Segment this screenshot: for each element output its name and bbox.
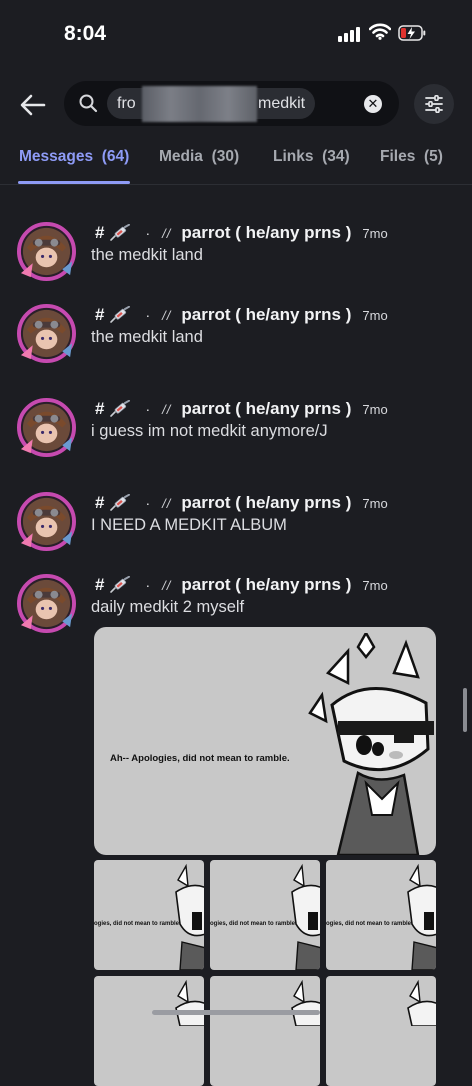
- channel-hash: #: [95, 223, 105, 242]
- status-bar: 8:04: [0, 0, 472, 70]
- tab-files[interactable]: Files (5): [380, 148, 443, 166]
- thumbnail-caption: ogies, did not mean to ramble.: [94, 921, 181, 927]
- tab-messages[interactable]: Messages (64): [19, 148, 129, 166]
- author-name[interactable]: parrot ( he/any prns ): [181, 575, 351, 595]
- separator-dot: ·: [145, 225, 151, 241]
- character-illustration: [407, 863, 436, 970]
- avatar[interactable]: [17, 222, 76, 281]
- search-query-text: medkit: [258, 95, 306, 112]
- tab-label: Media: [159, 148, 203, 165]
- thumbnail-caption: ogies, did not mean to ramble.: [326, 921, 413, 927]
- channel-hash: #: [95, 399, 105, 418]
- syringe-icon: [110, 494, 131, 511]
- image-thumbnail[interactable]: [210, 976, 320, 1086]
- scrollbar[interactable]: [463, 688, 467, 732]
- message-timestamp: 7mo: [362, 495, 388, 511]
- image-thumbnail[interactable]: [326, 976, 436, 1086]
- cellular-signal-icon: [338, 27, 360, 42]
- syringe-icon: [110, 400, 131, 417]
- message-text: i guess im not medkit anymore/J: [91, 422, 328, 440]
- tab-count: (5): [423, 148, 443, 165]
- message-header: # · // parrot ( he/any prns ) 7mo: [95, 492, 388, 514]
- from-filter-label: fro: [117, 95, 136, 112]
- battery-charging-icon: [398, 25, 426, 41]
- message-header: # · // parrot ( he/any prns ) 7mo: [95, 222, 388, 244]
- wifi-icon: [369, 23, 391, 40]
- tab-media[interactable]: Media (30): [159, 148, 239, 166]
- character-illustration: [308, 633, 434, 855]
- divider: [0, 184, 472, 185]
- character-illustration: [407, 979, 436, 1026]
- tab-count: (64): [101, 148, 130, 165]
- tab-label: Messages: [19, 148, 94, 165]
- separator-dot: ·: [145, 495, 151, 511]
- thumbnail-caption: ogies, did not mean to ramble.: [210, 921, 297, 927]
- character-illustration: [291, 863, 320, 970]
- channel-hash: #: [95, 575, 105, 594]
- filter-settings-button[interactable]: [414, 84, 454, 124]
- avatar[interactable]: [17, 492, 76, 551]
- image-thumbnail[interactable]: ogies, did not mean to ramble.: [94, 860, 204, 970]
- separator-dot: ·: [145, 401, 151, 417]
- message-timestamp: 7mo: [362, 225, 388, 241]
- character-illustration: [175, 863, 204, 970]
- separator-dot: ·: [145, 577, 151, 593]
- attachment-caption: Ah-- Apologies, did not mean to ramble.: [110, 753, 290, 764]
- avatar[interactable]: [17, 574, 76, 633]
- search-icon: [79, 94, 98, 113]
- separator-slashes: //: [162, 401, 172, 417]
- tab-count: (34): [322, 148, 350, 165]
- clear-search-icon[interactable]: ✕: [364, 95, 382, 113]
- syringe-icon: [110, 576, 131, 593]
- search-input[interactable]: fro medkit ✕: [64, 81, 399, 126]
- avatar[interactable]: [17, 398, 76, 457]
- sliders-icon: [425, 94, 443, 114]
- image-thumbnail[interactable]: ogies, did not mean to ramble.: [326, 860, 436, 970]
- author-name[interactable]: parrot ( he/any prns ): [181, 399, 351, 419]
- separator-dot: ·: [145, 307, 151, 323]
- message-header: # · // parrot ( he/any prns ) 7mo: [95, 574, 388, 596]
- separator-slashes: //: [162, 307, 172, 323]
- message-header: # · // parrot ( he/any prns ) 7mo: [95, 398, 388, 420]
- tab-count: (30): [211, 148, 240, 165]
- search-tabs: Messages (64) Media (30) Links (34) File…: [0, 146, 472, 186]
- author-name[interactable]: parrot ( he/any prns ): [181, 223, 351, 243]
- status-time: 8:04: [64, 22, 107, 45]
- avatar[interactable]: [17, 304, 76, 363]
- separator-slashes: //: [162, 495, 172, 511]
- tab-label: Files: [380, 148, 416, 165]
- image-thumbnail[interactable]: [94, 976, 204, 1086]
- message-timestamp: 7mo: [362, 307, 388, 323]
- message-header: # · // parrot ( he/any prns ) 7mo: [95, 304, 388, 326]
- channel-hash: #: [95, 493, 105, 512]
- character-illustration: [291, 979, 320, 1026]
- character-illustration: [175, 979, 204, 1026]
- author-name[interactable]: parrot ( he/any prns ): [181, 493, 351, 513]
- message-timestamp: 7mo: [362, 577, 388, 593]
- syringe-icon: [110, 306, 131, 323]
- message-timestamp: 7mo: [362, 401, 388, 417]
- tab-links[interactable]: Links (34): [273, 148, 350, 166]
- author-name[interactable]: parrot ( he/any prns ): [181, 305, 351, 325]
- home-indicator[interactable]: [152, 1010, 320, 1015]
- separator-slashes: //: [162, 577, 172, 593]
- message-text: daily medkit 2 myself: [91, 598, 245, 616]
- message-text: I NEED A MEDKIT ALBUM: [91, 516, 287, 534]
- tab-label: Links: [273, 148, 314, 165]
- redacted-username: [142, 86, 257, 122]
- message-text: the medkit land: [91, 246, 203, 264]
- image-thumbnail[interactable]: ogies, did not mean to ramble.: [210, 860, 320, 970]
- back-arrow-icon[interactable]: [18, 90, 48, 120]
- message-text: the medkit land: [91, 328, 203, 346]
- image-attachment[interactable]: Ah-- Apologies, did not mean to ramble.: [94, 627, 436, 855]
- separator-slashes: //: [162, 225, 172, 241]
- search-filter-chip[interactable]: fro medkit: [107, 86, 315, 122]
- syringe-icon: [110, 224, 131, 241]
- channel-hash: #: [95, 305, 105, 324]
